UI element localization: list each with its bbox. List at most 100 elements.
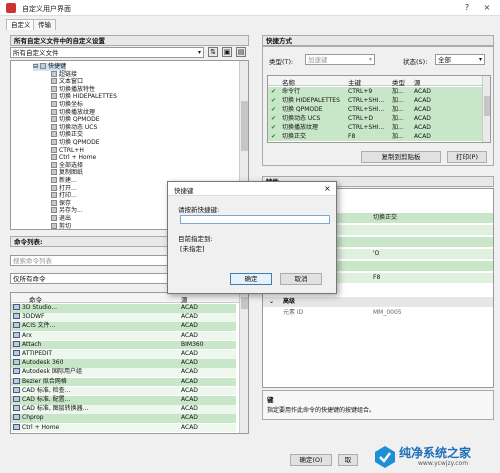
- command-name: CAD 标准, 图层转换器...: [22, 405, 89, 413]
- command-name: Arx: [22, 331, 32, 339]
- shortcut-name: 切换 QPMODE: [282, 106, 323, 113]
- col-name[interactable]: 名称: [282, 77, 295, 87]
- shortcut-node-icon: [51, 192, 57, 199]
- shortcut-node-icon: [51, 131, 57, 138]
- tab-transfer[interactable]: 传输: [33, 19, 56, 30]
- tree-item-label: 新建...: [59, 177, 77, 184]
- save-icon[interactable]: ▣: [222, 47, 232, 57]
- shortcut-row[interactable]: ✔ 切换正交 F8 加... ACAD: [268, 132, 482, 141]
- command-name: 3D Studio...: [22, 304, 58, 311]
- watermark: 纯净系统之家 www.ycwjzy.com: [374, 443, 496, 471]
- shortcut-dialog: 快捷键 × 请按新快捷键: 目前指定到: [未指定] 确定 取消: [167, 181, 337, 294]
- shortcut-key: CTRL+D: [348, 115, 374, 122]
- open-file-icon[interactable]: ⇅: [208, 47, 218, 57]
- description-box: 键 指定要用作此命令的快捷键的按键组合。: [262, 390, 494, 420]
- shortcut-node-icon: [51, 184, 57, 191]
- status-select[interactable]: 全部: [435, 54, 485, 65]
- shortcut-node-icon: [51, 161, 57, 168]
- assigned-label: 目前指定到:: [178, 235, 213, 243]
- command-row[interactable]: Arx ACAD: [11, 331, 236, 341]
- cancel-button[interactable]: 取: [338, 454, 358, 466]
- command-row[interactable]: ATTIPEDIT ACAD: [11, 350, 236, 359]
- customization-file-select[interactable]: 所有自定义文件: [10, 47, 204, 58]
- command-source: ACAD: [181, 414, 198, 422]
- shortcut-node-icon: [51, 78, 57, 85]
- command-row[interactable]: 3DDWF ACAD: [11, 313, 236, 322]
- type-select[interactable]: 加速键: [305, 54, 375, 65]
- command-icon: [13, 368, 20, 375]
- dialog-cancel-button[interactable]: 取消: [280, 273, 322, 285]
- command-row[interactable]: Ctrl + Home ACAD: [11, 423, 236, 433]
- shortcut-key: F8: [348, 133, 356, 140]
- shortcut-node-icon: [51, 169, 57, 176]
- help-button[interactable]: ?: [460, 3, 474, 13]
- tree-item[interactable]: 剪切: [51, 222, 71, 229]
- print-button[interactable]: 打印(P): [447, 151, 487, 163]
- shortcuts-scrollbar[interactable]: [482, 76, 490, 142]
- shortcuts-header: 快捷方式: [262, 35, 494, 46]
- tree-expand-icon[interactable]: ⊟: [33, 63, 38, 70]
- command-row[interactable]: ACIS 文件... ACAD: [11, 322, 236, 331]
- shortcut-row[interactable]: ✔ 切换 HIDEPALETTES CTRL+SHI... 加... ACAD: [268, 96, 482, 105]
- shortcut-source: ACAD: [414, 133, 431, 140]
- advanced-category[interactable]: ⌄ 高级: [263, 297, 493, 307]
- shortcut-row[interactable]: ✔ 切换播放纹理 CTRL+SHI... 加... ACAD: [268, 123, 482, 132]
- shortcut-node-icon: [51, 222, 57, 229]
- load-icon[interactable]: ▤: [236, 47, 246, 57]
- command-row[interactable]: CAD 标准, 配置... ACAD: [11, 396, 236, 405]
- command-row[interactable]: CAD 标准, 图层转换器... ACAD: [11, 405, 236, 414]
- shortcut-row[interactable]: ✔ 命令行 CTRL+9 加... ACAD: [268, 87, 482, 96]
- shortcut-source: ACAD: [414, 97, 431, 104]
- command-row[interactable]: 3D Studio... ACAD: [11, 304, 236, 313]
- col-type[interactable]: 类型: [392, 77, 405, 87]
- command-name: Chprop: [22, 414, 44, 422]
- tree-scroll-thumb[interactable]: [241, 101, 248, 151]
- command-icon: [13, 304, 20, 310]
- ok-button[interactable]: 确定(O): [290, 454, 332, 466]
- tree-item-label: 切换播放纹理: [59, 108, 96, 116]
- shortcut-node-icon: [51, 93, 57, 100]
- copy-to-clipboard-button[interactable]: 复制到剪贴板: [361, 151, 441, 163]
- tree-item-label: 切换坐标: [59, 101, 84, 108]
- shortcut-source: ACAD: [414, 88, 431, 95]
- shortcut-source: ACAD: [414, 124, 431, 131]
- check-icon: ✔: [271, 133, 277, 140]
- advanced-label: 高级: [283, 298, 296, 305]
- command-source: ACAD: [181, 313, 198, 321]
- tab-customize[interactable]: 自定义: [6, 19, 36, 30]
- new-shortcut-input[interactable]: [180, 215, 330, 224]
- element-id-value: MM_0005: [373, 309, 402, 316]
- check-icon: ✔: [271, 106, 277, 113]
- tree-item-label: 复制图纸: [59, 169, 84, 177]
- command-row[interactable]: Bezier 拟合网格 ACAD: [11, 377, 236, 387]
- collapse-icon[interactable]: ⌄: [269, 297, 274, 307]
- dialog-titlebar: 快捷键 ×: [168, 182, 336, 196]
- command-scroll-thumb[interactable]: [241, 297, 248, 309]
- col-key[interactable]: 主键: [348, 77, 361, 87]
- col-source[interactable]: 源: [181, 294, 188, 304]
- command-name: Ctrl + Home: [22, 423, 60, 431]
- tree-item-label: 打印...: [59, 192, 77, 200]
- command-scrollbar[interactable]: [239, 293, 248, 433]
- col-source-shortcut[interactable]: 源: [414, 77, 421, 87]
- command-row[interactable]: Autodesk 国际用户组 ACAD: [11, 368, 236, 377]
- command-source: ACAD: [181, 423, 198, 431]
- element-id-row[interactable]: 元素 ID MM_0005: [263, 308, 493, 318]
- shortcut-row[interactable]: ✔ 切换动态 UCS CTRL+D 加... ACAD: [268, 114, 482, 123]
- shortcut-row[interactable]: ✔ 切换 QPMODE CTRL+SHI... 加... ACAD: [268, 105, 482, 114]
- customizations-header: 所有自定义文件中的自定义设置: [10, 35, 249, 46]
- close-button[interactable]: ×: [480, 3, 494, 13]
- shortcut-type: 加...: [392, 133, 404, 140]
- command-row[interactable]: Chprop ACAD: [11, 414, 236, 423]
- dialog-ok-button[interactable]: 确定: [230, 273, 272, 285]
- dialog-title: 快捷键: [174, 187, 194, 195]
- property-value: 'O: [373, 250, 380, 257]
- shortcuts-scroll-thumb[interactable]: [484, 96, 490, 116]
- col-command[interactable]: 命令: [29, 294, 42, 304]
- command-row[interactable]: CAD 标准, 检查... ACAD: [11, 386, 236, 396]
- command-row[interactable]: Autodesk 360 ACAD: [11, 359, 236, 368]
- command-source: ACAD: [181, 368, 198, 376]
- dialog-close-icon[interactable]: ×: [324, 184, 331, 193]
- command-row[interactable]: Attach BIM360: [11, 340, 236, 350]
- shortcut-name: 切换播放纹理: [282, 124, 319, 131]
